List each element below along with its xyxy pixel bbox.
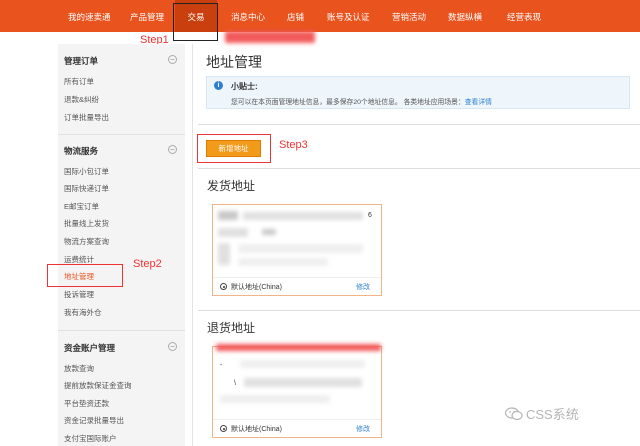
info-icon: i — [214, 81, 223, 90]
section-divider — [198, 310, 640, 311]
card-footer-divider — [213, 419, 381, 420]
redacted-address-text — [238, 258, 328, 266]
tip-text: 您可以在本页面管理地址信息，最多保存20个地址信息。 各类地址应用场景：查看详情 — [231, 96, 492, 106]
redacted-address-text — [218, 243, 230, 265]
sidebar-item-overseas-warehouse[interactable]: 我有海外仓 — [64, 307, 102, 318]
redacted-banner — [225, 31, 315, 43]
default-address-radio[interactable] — [220, 425, 227, 432]
redacted-address-text — [240, 360, 365, 368]
sidebar-item-platform-advance[interactable]: 平台垫资还款 — [64, 398, 109, 409]
address-fragment: 6 — [368, 212, 372, 219]
top-navigation-bar: 我的速卖通 产品管理 交易 消息中心 店铺 账号及认证 营销活动 数据纵横 经营… — [0, 0, 640, 32]
nav-item-marketing[interactable]: 营销活动 — [392, 0, 426, 32]
edit-return-address-link[interactable]: 修改 — [356, 424, 370, 434]
sidebar-item-funds-export[interactable]: 资金记录批量导出 — [64, 415, 124, 426]
default-address-radio[interactable] — [220, 283, 227, 290]
sidebar-item-payout-query[interactable]: 放款查询 — [64, 363, 94, 374]
collapse-icon[interactable]: − — [168, 342, 177, 351]
sidebar-divider — [58, 330, 185, 331]
sidebar-item-intl-express[interactable]: 国际快递订单 — [64, 183, 109, 194]
step2-highlight-box — [47, 264, 123, 287]
watermark-text: CSS系统 — [526, 407, 579, 422]
section-divider — [198, 124, 640, 125]
content-divider — [192, 44, 193, 446]
return-address-title: 退货地址 — [207, 321, 256, 335]
nav-item-my-aliexpress[interactable]: 我的速卖通 — [68, 0, 111, 32]
redacted-address-text — [238, 244, 363, 253]
sidebar-item-logistics-query[interactable]: 物流方案查询 — [64, 236, 109, 247]
step3-label: Step3 — [279, 139, 308, 151]
redacted-address-text — [218, 228, 248, 237]
sidebar-item-epacket[interactable]: E邮宝订单 — [64, 201, 99, 212]
tip-body: 您可以在本页面管理地址信息，最多保存20个地址信息。 各类地址应用场景： — [231, 99, 465, 106]
shipping-address-title: 发货地址 — [207, 179, 256, 193]
address-fragment: \ — [234, 380, 236, 387]
sidebar-item-early-payout[interactable]: 提前放款保证金查询 — [64, 380, 132, 391]
tip-details-link[interactable]: 查看详情 — [465, 99, 492, 106]
card-footer-divider — [213, 277, 381, 278]
watermark: CSS系统 — [504, 404, 579, 424]
address-fragment: - — [220, 362, 223, 369]
sidebar-item-all-orders[interactable]: 所有订单 — [64, 76, 94, 87]
sidebar-section-funds[interactable]: 资金账户管理 — [64, 342, 115, 354]
redacted-address-text — [220, 395, 330, 403]
sidebar-item-refunds[interactable]: 退款&纠纷 — [64, 94, 99, 105]
nav-item-data[interactable]: 数据纵横 — [448, 0, 482, 32]
sidebar-item-complaints[interactable]: 投诉管理 — [64, 289, 94, 300]
tip-title: 小贴士: — [231, 82, 258, 91]
nav-item-performance[interactable]: 经营表现 — [507, 0, 541, 32]
step1-highlight-box — [173, 3, 218, 41]
redacted-address-text — [244, 378, 362, 387]
sidebar-divider — [58, 134, 185, 135]
step3-highlight-box — [197, 134, 271, 163]
sidebar-section-orders[interactable]: 管理订单 — [64, 55, 98, 67]
default-address-label: 默认地址(China) — [231, 426, 282, 433]
sidebar-section-logistics[interactable]: 物流服务 — [64, 145, 98, 157]
redacted-banner — [216, 344, 381, 351]
sidebar-item-batch-shipping[interactable]: 批量线上发货 — [64, 218, 109, 229]
wechat-icon — [504, 407, 523, 424]
collapse-icon[interactable]: − — [168, 55, 177, 64]
sidebar-item-alipay-intl[interactable]: 支付宝国际账户 — [64, 433, 117, 444]
page-title: 地址管理 — [206, 54, 262, 70]
redacted-address-text — [218, 211, 238, 220]
redacted-address-text — [262, 229, 276, 235]
collapse-icon[interactable]: − — [168, 145, 177, 154]
section-divider — [198, 168, 640, 169]
nav-item-account[interactable]: 账号及认证 — [327, 0, 370, 32]
sidebar-item-order-export[interactable]: 订单批量导出 — [64, 112, 109, 123]
nav-item-store[interactable]: 店铺 — [287, 0, 304, 32]
redacted-address-text — [243, 212, 363, 220]
step2-label: Step2 — [133, 258, 162, 270]
edit-shipping-address-link[interactable]: 修改 — [356, 282, 370, 292]
default-address-label: 默认地址(China) — [231, 284, 282, 291]
nav-item-messages[interactable]: 消息中心 — [231, 0, 265, 32]
sidebar-item-intl-parcel[interactable]: 国际小包订单 — [64, 166, 109, 177]
nav-item-products[interactable]: 产品管理 — [130, 0, 164, 32]
